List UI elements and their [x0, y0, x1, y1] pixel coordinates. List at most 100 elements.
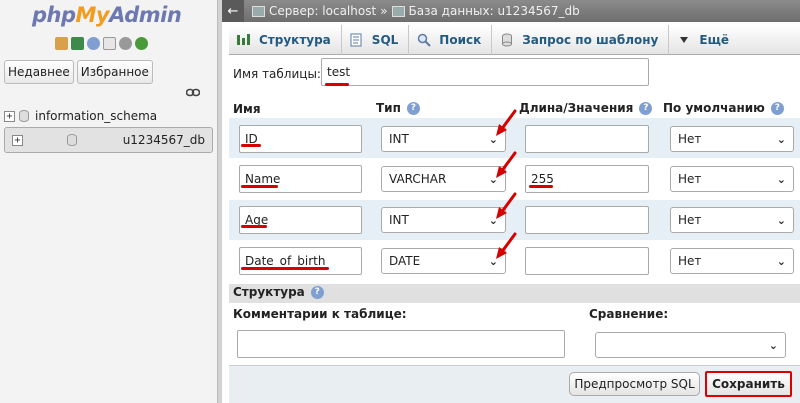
server-icon	[252, 5, 265, 17]
column-length-input[interactable]	[525, 247, 649, 275]
column-default-select[interactable]: Нет ⌄	[670, 248, 794, 274]
chevron-down-icon: ⌄	[776, 132, 786, 146]
column-length-input[interactable]	[525, 206, 649, 234]
structure-label: Структура?	[233, 285, 324, 299]
docs-icon[interactable]	[103, 37, 116, 50]
expand-icon[interactable]: +	[12, 134, 23, 146]
database-icon	[391, 5, 405, 17]
tab-label: Поиск	[439, 33, 482, 47]
tab-sql[interactable]: SQL	[342, 25, 410, 55]
column-default-select[interactable]: Нет ⌄	[670, 207, 794, 233]
annotation-arrow	[496, 192, 517, 219]
help-icon[interactable]	[87, 37, 100, 50]
column-default-select[interactable]: Нет ⌄	[670, 166, 794, 192]
annotation-underline	[241, 144, 261, 147]
save-button[interactable]: Сохранить	[705, 371, 792, 397]
column-name-input[interactable]: Date_of_birth	[239, 247, 362, 275]
column-length-value: 255	[531, 172, 554, 186]
table-name-value: test	[327, 65, 351, 79]
column-length-input[interactable]	[525, 125, 649, 153]
tab-label: SQL	[371, 33, 399, 47]
create-table-form: Имя таблицы: test Имя Тип? Длина/Значени…	[229, 56, 800, 403]
annotation-arrow	[496, 151, 517, 178]
search-icon	[416, 33, 431, 47]
breadcrumb-server[interactable]: Сервер: localhost	[269, 4, 376, 18]
collation-label: Сравнение:	[589, 307, 669, 321]
settings-icon[interactable]	[119, 37, 132, 50]
breadcrumb-separator: »	[380, 4, 388, 18]
table-comments-input[interactable]	[237, 330, 565, 358]
help-icon[interactable]: ?	[406, 102, 420, 115]
column-name-input[interactable]: ID	[239, 125, 362, 153]
tab-search[interactable]: Поиск	[409, 25, 493, 55]
db-tree-item-information-schema[interactable]: + information_schema	[4, 105, 213, 127]
tab-label: Структура	[259, 33, 331, 47]
tab-structure[interactable]: Структура	[229, 25, 342, 55]
recent-button[interactable]: Недавнее	[4, 60, 74, 84]
comments-label: Комментарии к таблице:	[233, 307, 407, 321]
table-name-input[interactable]: test	[321, 58, 649, 86]
annotation-arrow	[496, 109, 517, 136]
db-name[interactable]: information_schema	[35, 109, 157, 123]
back-arrow-icon[interactable]: ←	[222, 0, 244, 22]
column-header-name: Имя	[233, 102, 261, 116]
annotation-arrow	[496, 232, 517, 259]
database-icon	[19, 110, 29, 122]
reload-icon[interactable]	[135, 37, 148, 50]
link-icon[interactable]	[186, 88, 200, 97]
column-type-select[interactable]: INT ⌄	[381, 207, 506, 233]
db-tree-item-u1234567-db[interactable]: + u1234567_db	[4, 127, 213, 153]
panel-splitter[interactable]	[217, 0, 222, 403]
table-name-label: Имя таблицы:	[233, 67, 321, 81]
column-header-type: Тип?	[376, 101, 420, 115]
annotation-underline	[325, 83, 349, 86]
chevron-down-icon: ⌄	[776, 213, 786, 227]
column-name-input[interactable]: Age	[239, 206, 362, 234]
chevron-down-icon: ⌄	[776, 254, 786, 268]
column-type-value: INT	[389, 213, 409, 227]
tab-more[interactable]: Ещё	[669, 25, 739, 55]
tab-label: Запрос по шаблону	[522, 33, 659, 47]
favorites-button[interactable]: Избранное	[76, 60, 153, 84]
column-header-type-label: Тип	[376, 101, 401, 115]
phpmyadmin-logo[interactable]: phpMyAdmin	[32, 3, 182, 27]
column-type-select[interactable]: INT ⌄	[381, 126, 506, 152]
logo-my: My	[75, 3, 110, 27]
column-default-select[interactable]: Нет ⌄	[670, 126, 794, 152]
annotation-underline	[529, 185, 553, 188]
nav-tab-buttons: Недавнее Избранное	[4, 60, 153, 84]
breadcrumb-database[interactable]: База данных: u1234567_db	[409, 4, 580, 18]
logo-php: php	[32, 3, 76, 27]
help-icon[interactable]: ?	[770, 102, 784, 115]
preview-sql-button[interactable]: Предпросмотр SQL	[569, 372, 700, 396]
column-type-select[interactable]: VARCHAR ⌄	[381, 166, 506, 192]
chevron-down-icon	[676, 33, 691, 47]
column-name-value: Name	[245, 172, 281, 186]
annotation-underline	[241, 267, 329, 270]
db-name[interactable]: u1234567_db	[123, 133, 205, 147]
sql-icon	[349, 33, 364, 47]
home-icon[interactable]	[55, 37, 68, 50]
structure-icon	[236, 33, 251, 47]
query-icon	[499, 33, 514, 47]
column-default-value: Нет	[678, 254, 702, 268]
breadcrumb: ← Сервер: localhost » База данных: u1234…	[222, 0, 800, 22]
exit-icon[interactable]	[71, 37, 84, 50]
column-header-length: Длина/Значения?	[519, 101, 653, 115]
structure-section-header: Структура?	[229, 284, 800, 303]
column-type-value: VARCHAR	[389, 172, 447, 186]
structure-label-text: Структура	[233, 285, 305, 299]
chevron-down-icon: ⌄	[768, 338, 778, 352]
help-icon[interactable]: ?	[310, 286, 324, 299]
tab-query[interactable]: Запрос по шаблону	[492, 25, 670, 55]
column-header-default-label: По умолчанию	[663, 101, 765, 115]
column-length-input[interactable]: 255	[525, 165, 649, 193]
nav-icon-bar	[55, 37, 148, 50]
column-name-input[interactable]: Name	[239, 165, 362, 193]
collation-select[interactable]: ⌄	[595, 332, 786, 358]
help-icon[interactable]: ?	[639, 102, 653, 115]
expand-icon[interactable]: +	[4, 110, 15, 122]
navigation-panel: phpMyAdmin Недавнее Избранное + informat…	[0, 0, 217, 403]
column-type-select[interactable]: DATE ⌄	[381, 248, 506, 274]
database-icon	[66, 134, 77, 146]
